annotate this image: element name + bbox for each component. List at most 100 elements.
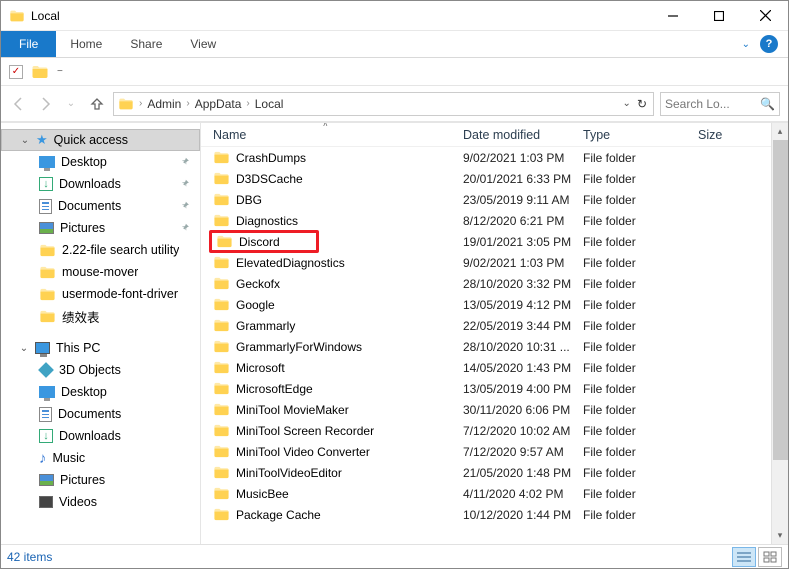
home-tab[interactable]: Home: [56, 31, 116, 57]
scroll-thumb[interactable]: [773, 140, 788, 460]
sidebar-item[interactable]: ♪ Music: [1, 447, 200, 469]
item-count: 42 items: [7, 550, 52, 564]
file-row[interactable]: DBG23/05/2019 9:11 AMFile folder: [201, 189, 788, 210]
file-type: File folder: [583, 151, 698, 165]
file-row[interactable]: Google13/05/2019 4:12 PMFile folder: [201, 294, 788, 315]
file-row[interactable]: MiniTool Screen Recorder7/12/2020 10:02 …: [201, 420, 788, 441]
sidebar-item[interactable]: Pictures: [1, 217, 200, 239]
pin-icon: [180, 178, 192, 190]
file-date: 10/12/2020 1:44 PM: [463, 508, 583, 522]
crumb-admin[interactable]: Admin: [147, 97, 181, 111]
music-icon: ♪: [39, 450, 47, 467]
sidebar-item[interactable]: mouse-mover: [1, 261, 200, 283]
this-pc-icon: [35, 342, 50, 354]
file-row[interactable]: MiniTool Video Converter7/12/2020 9:57 A…: [201, 441, 788, 462]
crumb-local[interactable]: Local: [255, 97, 284, 111]
file-row[interactable]: GrammarlyForWindows28/10/2020 10:31 ...F…: [201, 336, 788, 357]
properties-icon[interactable]: ✓: [9, 65, 23, 79]
this-pc-section[interactable]: ⌄ This PC: [1, 337, 200, 359]
folder-icon: [213, 485, 230, 502]
file-name: Diagnostics: [236, 214, 298, 228]
file-row[interactable]: CrashDumps9/02/2021 1:03 PMFile folder: [201, 147, 788, 168]
file-row[interactable]: Grammarly22/05/2019 3:44 PMFile folder: [201, 315, 788, 336]
scroll-up-icon[interactable]: ▴: [772, 123, 788, 140]
file-date: 9/02/2021 1:03 PM: [463, 256, 583, 270]
sidebar-item[interactable]: Documents: [1, 403, 200, 425]
sidebar-item[interactable]: Desktop: [1, 151, 200, 173]
sidebar-item[interactable]: 3D Objects: [1, 359, 200, 381]
sidebar-item-label: 2.22-file search utility: [62, 243, 179, 257]
address-dropdown-icon[interactable]: ⌄: [623, 98, 631, 109]
sidebar-item-label: Music: [53, 451, 86, 465]
file-type: File folder: [583, 256, 698, 270]
file-name: Microsoft: [236, 361, 285, 375]
view-tab[interactable]: View: [176, 31, 230, 57]
minimize-button[interactable]: [650, 1, 696, 31]
folder-icon: [213, 464, 230, 481]
new-folder-icon[interactable]: [31, 63, 49, 81]
file-row[interactable]: Discord19/01/2021 3:05 PMFile folder: [201, 231, 788, 252]
file-date: 19/01/2021 3:05 PM: [463, 235, 583, 249]
quick-access-section[interactable]: ⌄ ★ Quick access: [1, 129, 200, 151]
file-type: File folder: [583, 424, 698, 438]
sidebar-item[interactable]: ↓Downloads: [1, 173, 200, 195]
file-date: 7/12/2020 10:02 AM: [463, 424, 583, 438]
folder-icon: [39, 242, 56, 259]
forward-button[interactable]: [35, 94, 55, 114]
picture-icon: [39, 222, 54, 234]
up-button[interactable]: [87, 94, 107, 114]
details-view-button[interactable]: [732, 547, 756, 567]
file-row[interactable]: Geckofx28/10/2020 3:32 PMFile folder: [201, 273, 788, 294]
crumb-appdata[interactable]: AppData: [195, 97, 242, 111]
file-date: 4/11/2020 4:02 PM: [463, 487, 583, 501]
recent-dropdown[interactable]: ⌄: [61, 94, 81, 114]
share-tab[interactable]: Share: [116, 31, 176, 57]
file-row[interactable]: MiniTool MovieMaker30/11/2020 6:06 PMFil…: [201, 399, 788, 420]
column-type[interactable]: Type: [583, 128, 698, 142]
folder-icon: [213, 275, 230, 292]
file-name: Grammarly: [236, 319, 295, 333]
maximize-button[interactable]: [696, 1, 742, 31]
sidebar-item[interactable]: Desktop: [1, 381, 200, 403]
desktop-icon: [39, 156, 55, 168]
picture-icon: [39, 474, 54, 486]
search-input[interactable]: Search Lo... 🔍: [660, 92, 780, 116]
sidebar-item[interactable]: 绩效表: [1, 305, 200, 327]
folder-icon: [213, 380, 230, 397]
sidebar-item-label: Desktop: [61, 385, 107, 399]
sidebar-item[interactable]: ↓Downloads: [1, 425, 200, 447]
icons-view-button[interactable]: [758, 547, 782, 567]
refresh-icon[interactable]: ↻: [637, 97, 647, 111]
file-row[interactable]: D3DSCache20/01/2021 6:33 PMFile folder: [201, 168, 788, 189]
collapse-icon: ⌄: [19, 343, 29, 354]
column-name[interactable]: Name˄: [213, 128, 463, 142]
help-icon[interactable]: ?: [760, 35, 778, 53]
file-row[interactable]: Package Cache10/12/2020 1:44 PMFile fold…: [201, 504, 788, 525]
file-row[interactable]: Diagnostics8/12/2020 6:21 PMFile folder: [201, 210, 788, 231]
sidebar-item[interactable]: Documents: [1, 195, 200, 217]
qat-customize-icon[interactable]: −: [57, 66, 63, 77]
ribbon-collapse-icon[interactable]: ⌄: [736, 31, 756, 57]
document-icon: [39, 407, 52, 422]
file-tab[interactable]: File: [1, 31, 56, 57]
file-type: File folder: [583, 319, 698, 333]
file-date: 8/12/2020 6:21 PM: [463, 214, 583, 228]
sidebar-item[interactable]: Pictures: [1, 469, 200, 491]
back-button[interactable]: [9, 94, 29, 114]
close-button[interactable]: [742, 1, 788, 31]
address-bar[interactable]: › Admin › AppData › Local ⌄ ↻: [113, 92, 654, 116]
video-icon: [39, 496, 53, 508]
file-row[interactable]: MicrosoftEdge13/05/2019 4:00 PMFile fold…: [201, 378, 788, 399]
status-bar: 42 items: [1, 544, 788, 568]
file-row[interactable]: MiniToolVideoEditor21/05/2020 1:48 PMFil…: [201, 462, 788, 483]
file-row[interactable]: Microsoft14/05/2020 1:43 PMFile folder: [201, 357, 788, 378]
sidebar-item[interactable]: Videos: [1, 491, 200, 513]
sidebar-item[interactable]: usermode-font-driver: [1, 283, 200, 305]
file-row[interactable]: ElevatedDiagnostics9/02/2021 1:03 PMFile…: [201, 252, 788, 273]
scrollbar[interactable]: ▴ ▾: [771, 123, 788, 544]
sidebar-item[interactable]: 2.22-file search utility: [1, 239, 200, 261]
navigation-pane: ⌄ ★ Quick access Desktop↓DownloadsDocume…: [1, 123, 201, 544]
file-row[interactable]: MusicBee4/11/2020 4:02 PMFile folder: [201, 483, 788, 504]
scroll-down-icon[interactable]: ▾: [772, 527, 788, 544]
column-date[interactable]: Date modified: [463, 128, 583, 142]
